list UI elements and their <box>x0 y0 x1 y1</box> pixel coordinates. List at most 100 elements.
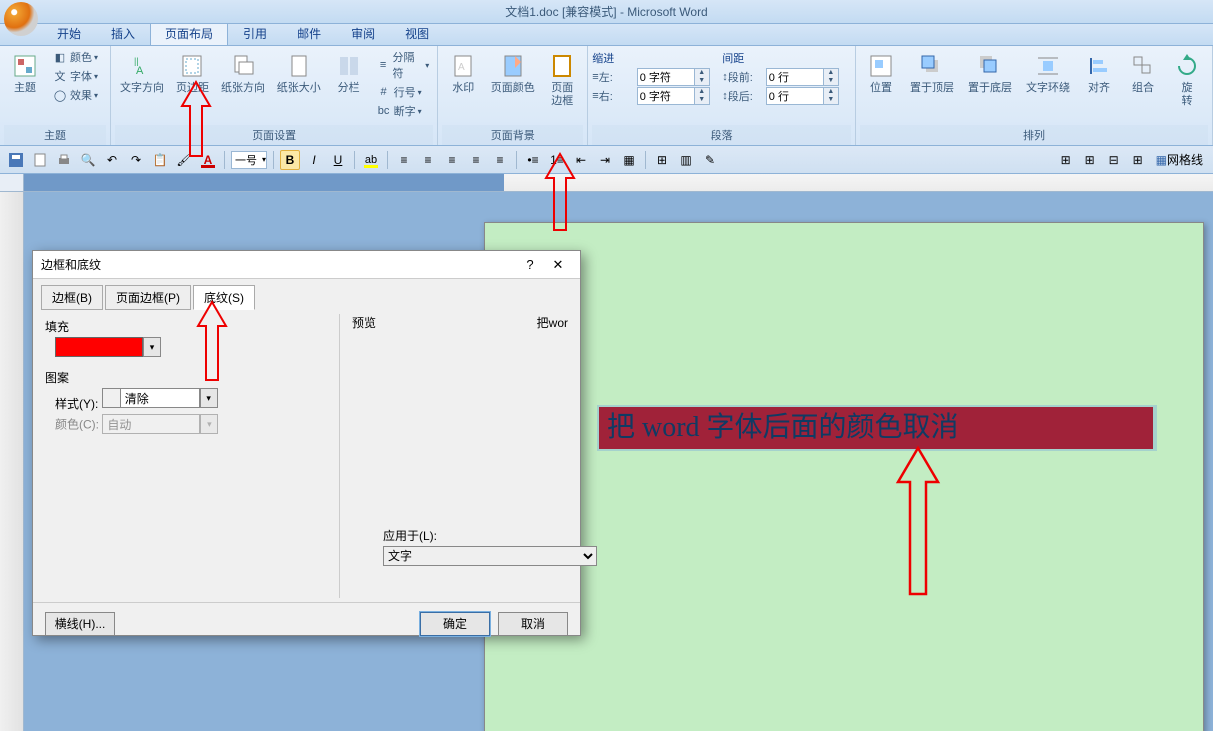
space-before-input[interactable] <box>766 68 824 86</box>
bring-front-button[interactable]: 置于顶层 <box>904 48 960 99</box>
dialog-tab-borders[interactable]: 边框(B) <box>41 285 103 310</box>
undo-button[interactable]: ↶ <box>102 150 122 170</box>
merge-cells-button[interactable]: ⊟ <box>1104 150 1124 170</box>
spacing-heading: 间距 <box>722 50 850 66</box>
rotate-button[interactable]: 旋 转 <box>1166 48 1208 112</box>
paste-button[interactable]: 📋 <box>150 150 170 170</box>
position-button[interactable]: 位置 <box>860 48 902 99</box>
text-direction-icon: ||A <box>128 52 156 80</box>
dialog-body: 填充 ▾ 图案 样式(Y): ▾ 颜色(C): ▾ 预览 把wor 应用于(L)… <box>33 310 580 602</box>
annotation-arrow-2 <box>540 154 580 237</box>
space-after-input[interactable] <box>766 87 824 105</box>
text-direction-button[interactable]: ||A文字方向 <box>115 48 169 99</box>
size-button[interactable]: 纸张大小 <box>272 48 326 99</box>
ok-button[interactable]: 确定 <box>420 612 490 636</box>
tab-home[interactable]: 开始 <box>42 21 96 45</box>
indent-right-input[interactable] <box>637 87 695 105</box>
send-back-button[interactable]: 置于底层 <box>962 48 1018 99</box>
pattern-label: 图案 <box>45 369 325 386</box>
preview-button[interactable]: 🔍 <box>78 150 98 170</box>
document-text[interactable]: 把 word 字体后面的颜色取消 <box>599 407 1153 449</box>
tab-references[interactable]: 引用 <box>228 21 282 45</box>
insert-rows-button[interactable]: ⊞ <box>1056 150 1076 170</box>
separator <box>354 151 355 169</box>
svg-text:A: A <box>458 62 465 73</box>
tab-insert[interactable]: 插入 <box>96 21 150 45</box>
redo-button[interactable]: ↷ <box>126 150 146 170</box>
fill-color-swatch[interactable] <box>55 337 143 357</box>
cancel-button[interactable]: 取消 <box>498 612 568 636</box>
group-paragraph: 缩进 ≡左:▲▼ ≡右:▲▼ 间距 ↕段前:▲▼ ↕段后:▲▼ 段落 <box>588 46 856 145</box>
align-button[interactable]: 对齐 <box>1078 48 1120 99</box>
page-borders-button[interactable]: 页面 边框 <box>541 48 583 112</box>
indent-left-spinner[interactable]: ▲▼ <box>695 68 710 86</box>
vertical-ruler[interactable] <box>0 192 24 731</box>
align-left-button[interactable]: ≡ <box>394 150 414 170</box>
tab-review[interactable]: 审阅 <box>336 21 390 45</box>
align-center-button[interactable]: ≡ <box>418 150 438 170</box>
columns-button[interactable]: 分栏 <box>328 48 370 99</box>
text-wrap-button[interactable]: 文字环绕 <box>1020 48 1076 99</box>
svg-text:A: A <box>136 65 144 77</box>
space-after-spinner[interactable]: ▲▼ <box>824 87 839 105</box>
increase-indent-button[interactable]: ⇥ <box>595 150 615 170</box>
fill-label: 填充 <box>45 318 325 335</box>
theme-colors-button[interactable]: ◧颜色▾ <box>48 48 102 66</box>
space-after-row: ↕段后:▲▼ <box>722 87 850 105</box>
indent-left-input[interactable] <box>637 68 695 86</box>
breaks-icon: ≡ <box>376 57 391 73</box>
line-numbers-button[interactable]: #行号▾ <box>372 83 434 101</box>
space-before-spinner[interactable]: ▲▼ <box>824 68 839 86</box>
new-button[interactable] <box>30 150 50 170</box>
hyphenation-button[interactable]: bc断字▾ <box>372 102 434 120</box>
theme-fonts-button[interactable]: 文字体▾ <box>48 67 102 85</box>
group-button[interactable]: 组合 <box>1122 48 1164 99</box>
tab-layout[interactable]: 页面布局 <box>150 21 228 45</box>
indent-right-spinner[interactable]: ▲▼ <box>695 87 710 105</box>
highlight-button[interactable]: ab <box>361 150 381 170</box>
gridlines-toggle[interactable]: ▦ 网格线 <box>1152 150 1207 170</box>
dialog-help-button[interactable]: ? <box>516 254 544 276</box>
orientation-button[interactable]: 纸张方向 <box>216 48 270 99</box>
bring-front-icon <box>918 52 946 80</box>
italic-button[interactable]: I <box>304 150 324 170</box>
split-cells-button[interactable]: ⊞ <box>1128 150 1148 170</box>
ruler-corner <box>0 174 24 191</box>
align-right-button[interactable]: ≡ <box>442 150 462 170</box>
dialog-close-button[interactable]: ✕ <box>544 254 572 276</box>
themes-button[interactable]: 主题 <box>4 48 46 99</box>
save-button[interactable] <box>6 150 26 170</box>
align-icon <box>1085 52 1113 80</box>
distributed-button[interactable]: ≡ <box>490 150 510 170</box>
align-label: 对齐 <box>1088 82 1110 95</box>
new-icon <box>33 153 47 167</box>
fill-color-dropdown[interactable]: ▾ <box>143 337 161 357</box>
office-button[interactable] <box>4 2 38 36</box>
borders-button[interactable]: ▦ <box>619 150 639 170</box>
drawing-button[interactable]: ✎ <box>700 150 720 170</box>
tab-view[interactable]: 视图 <box>390 21 444 45</box>
group-page-setup: ||A文字方向 页边距 纸张方向 纸张大小 分栏 ≡分隔符▾ #行号▾ bc断字… <box>111 46 438 145</box>
table-button[interactable]: ⊞ <box>652 150 672 170</box>
tab-mail[interactable]: 邮件 <box>282 21 336 45</box>
horizontal-ruler[interactable] <box>0 174 1213 192</box>
position-icon <box>867 52 895 80</box>
watermark-button[interactable]: A水印 <box>442 48 484 99</box>
bold-button[interactable]: B <box>280 150 300 170</box>
columns-qat-button[interactable]: ▥ <box>676 150 696 170</box>
dialog-tab-page-borders[interactable]: 页面边框(P) <box>105 285 191 310</box>
horizontal-line-button[interactable]: 横线(H)... <box>45 612 115 636</box>
style-combo[interactable]: ▾ <box>102 388 218 408</box>
space-before-row: ↕段前:▲▼ <box>722 68 850 86</box>
print-button[interactable] <box>54 150 74 170</box>
align-justify-button[interactable]: ≡ <box>466 150 486 170</box>
breaks-button[interactable]: ≡分隔符▾ <box>372 48 434 82</box>
theme-effects-button[interactable]: ◯效果▾ <box>48 86 102 104</box>
font-size-combo[interactable]: 一号▾ <box>231 151 267 169</box>
page-color-button[interactable]: 页面颜色 <box>486 48 539 99</box>
apply-to-select[interactable]: 文字 <box>383 546 597 566</box>
indent-heading: 缩进 <box>592 50 720 66</box>
insert-cols-button[interactable]: ⊞ <box>1080 150 1100 170</box>
effects-icon: ◯ <box>52 87 68 103</box>
underline-button[interactable]: U <box>328 150 348 170</box>
